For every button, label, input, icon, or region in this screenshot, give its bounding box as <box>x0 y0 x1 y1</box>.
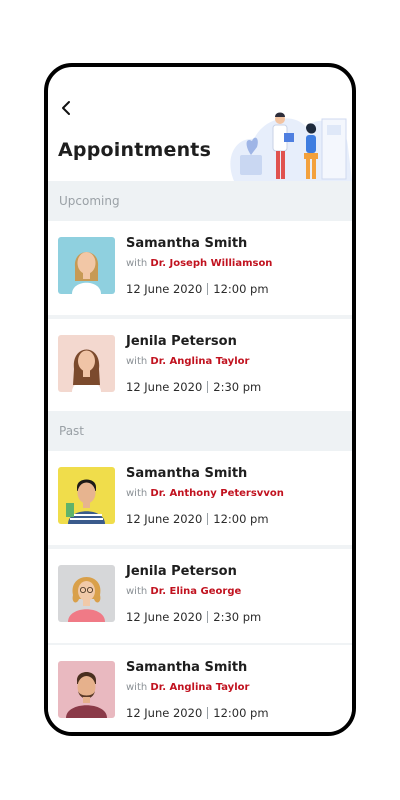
patient-name: Samantha Smith <box>126 660 248 675</box>
divider <box>207 611 209 623</box>
phone-frame: Appointments Upcoming Samantha Smith wit… <box>44 63 356 736</box>
doctor-line: with Dr. Joseph Williamson <box>126 258 272 269</box>
appointment-date: 12 June 2020 <box>126 512 203 526</box>
appointment-date: 12 June 2020 <box>126 610 203 624</box>
appointment-date: 12 June 2020 <box>126 380 203 394</box>
appointment-datetime: 12 June 2020 12:00 pm <box>126 706 269 720</box>
avatar <box>58 335 115 392</box>
patient-name: Samantha Smith <box>126 466 248 481</box>
appointment-date: 12 June 2020 <box>126 282 203 296</box>
doctor-link[interactable]: Dr. Elina George <box>150 586 241 597</box>
section-upcoming: Upcoming <box>48 181 352 221</box>
divider <box>207 707 209 719</box>
appointment-time: 2:30 pm <box>213 610 262 624</box>
divider <box>207 513 209 525</box>
appointment-datetime: 12 June 2020 12:00 pm <box>126 282 269 296</box>
divider <box>207 381 209 393</box>
section-past: Past <box>48 411 352 451</box>
appointments-screen: Appointments Upcoming Samantha Smith wit… <box>48 67 352 732</box>
doctor-line: with Dr. Anglina Taylor <box>126 682 249 693</box>
doctor-line: with Dr. Anglina Taylor <box>126 356 249 367</box>
appointment-time: 12:00 pm <box>213 706 269 720</box>
page-title: Appointments <box>58 139 212 161</box>
avatar <box>58 565 115 622</box>
appointment-datetime: 12 June 2020 12:00 pm <box>126 512 269 526</box>
appointment-time: 2:30 pm <box>213 380 262 394</box>
patient-name: Jenila Peterson <box>126 564 237 579</box>
doctor-link[interactable]: Dr. Anglina Taylor <box>150 682 249 693</box>
doctor-link[interactable]: Dr. Anthony Petersvvon <box>150 488 283 499</box>
patient-name: Jenila Peterson <box>126 334 237 349</box>
with-label: with <box>126 488 148 499</box>
appointment-card[interactable]: Jenila Peterson with Dr. Elina George 12… <box>48 549 352 649</box>
appointment-card[interactable]: Samantha Smith with Dr. Joseph Williamso… <box>48 221 352 321</box>
with-label: with <box>126 682 148 693</box>
appointment-date: 12 June 2020 <box>126 706 203 720</box>
appointment-datetime: 12 June 2020 2:30 pm <box>126 380 261 394</box>
avatar <box>58 237 115 294</box>
with-label: with <box>126 356 148 367</box>
doctor-line: with Dr. Anthony Petersvvon <box>126 488 284 499</box>
appointment-time: 12:00 pm <box>213 512 269 526</box>
doctor-link[interactable]: Dr. Anglina Taylor <box>150 356 249 367</box>
appointment-card[interactable]: Samantha Smith with Dr. Anglina Taylor 1… <box>48 645 352 732</box>
doctor-link[interactable]: Dr. Joseph Williamson <box>150 258 272 269</box>
avatar <box>58 467 115 524</box>
back-button[interactable] <box>58 99 76 117</box>
doctor-line: with Dr. Elina George <box>126 586 241 597</box>
with-label: with <box>126 258 148 269</box>
patient-name: Samantha Smith <box>126 236 248 251</box>
divider <box>207 283 209 295</box>
with-label: with <box>126 586 148 597</box>
appointment-time: 12:00 pm <box>213 282 269 296</box>
appointment-card[interactable]: Jenila Peterson with Dr. Anglina Taylor … <box>48 319 352 413</box>
chevron-left-icon <box>62 101 70 115</box>
appointment-datetime: 12 June 2020 2:30 pm <box>126 610 261 624</box>
appointment-card[interactable]: Samantha Smith with Dr. Anthony Petersvv… <box>48 451 352 551</box>
doctor-illustration <box>230 112 352 181</box>
avatar <box>58 661 115 718</box>
